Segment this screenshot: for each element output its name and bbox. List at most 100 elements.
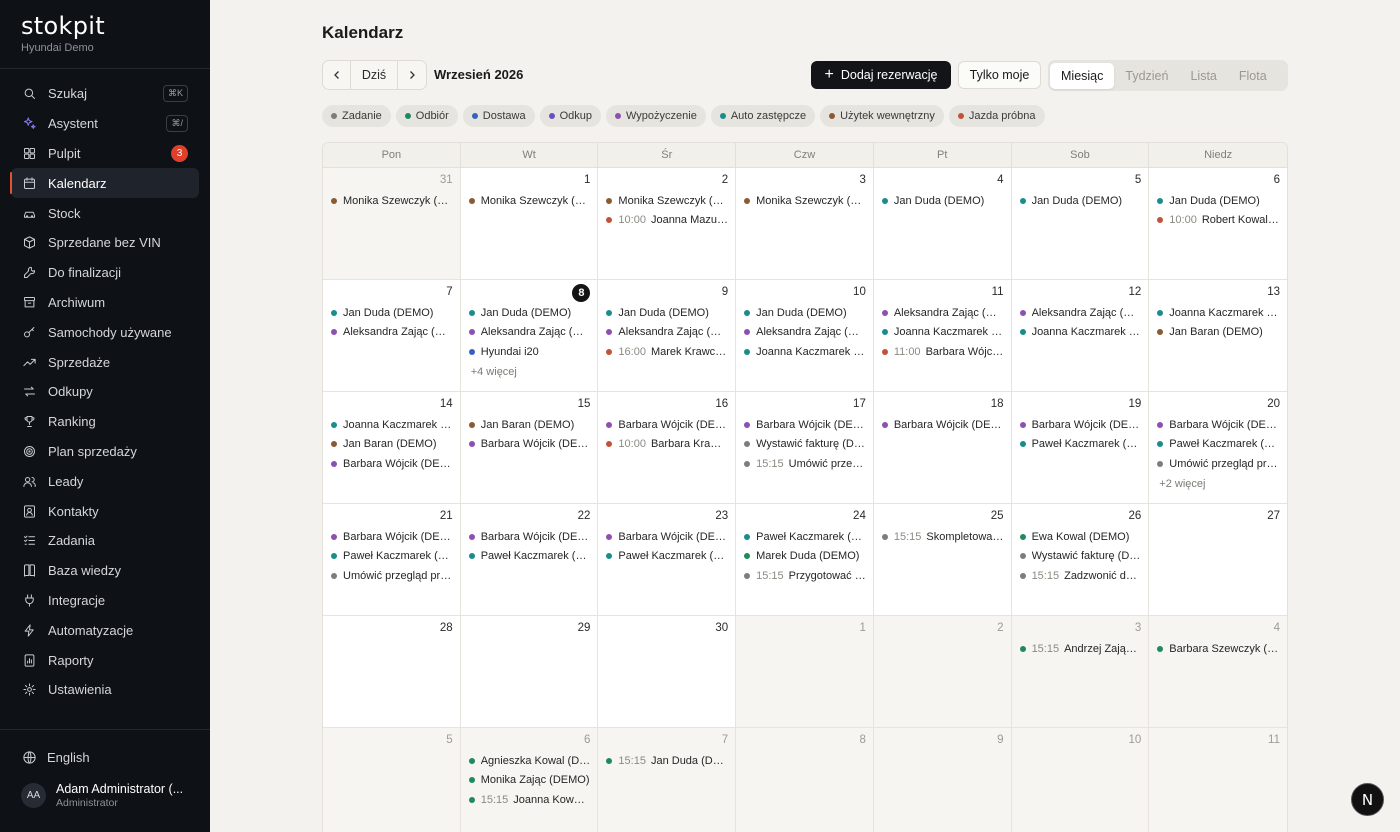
legend-chip-odkup[interactable]: Odkup — [539, 105, 602, 127]
calendar-event[interactable]: Joanna Kaczmarek (DEMO) — [1157, 303, 1280, 323]
calendar-event[interactable]: Umówić przegląd przeglądu — [331, 566, 453, 586]
calendar-event[interactable]: Barbara Szewczyk (DEMO) — [1157, 639, 1280, 659]
calendar-event[interactable]: Paweł Kaczmarek (DEMO) — [331, 547, 453, 567]
calendar-event[interactable]: Monika Szewczyk (DEMO) — [468, 191, 590, 211]
calendar-event[interactable]: Umówić przegląd przeglądu — [1157, 454, 1280, 474]
day-cell[interactable]: 23 Barbara Wójcik (DEMO) Paweł Kaczmarek (… — [598, 504, 737, 616]
calendar-event[interactable]: Marek Duda (DEMO) — [744, 547, 866, 567]
sidebar-item-pulpit[interactable]: Pulpit 3 — [11, 139, 199, 169]
calendar-event[interactable]: Jan Duda (DEMO) — [1019, 191, 1142, 211]
sidebar-item-samochody-uzywane[interactable]: Samochody używane — [11, 317, 199, 347]
sidebar-item-automatyzacje[interactable]: Automatyzacje — [11, 615, 199, 645]
sidebar-item-integracje[interactable]: Integracje — [11, 586, 199, 616]
day-cell[interactable]: 2 — [873, 616, 1012, 728]
calendar-event[interactable]: Aleksandra Zając (DEMO) — [468, 323, 590, 343]
calendar-event[interactable]: 11:00 Barbara Wójcik (DEMO) — [881, 342, 1004, 362]
day-cell[interactable]: 15 Jan Baran (DEMO) Barbara Wójcik (DEMO) — [460, 392, 599, 504]
day-cell[interactable]: 1 Monika Szewczyk (DEMO) — [460, 168, 599, 280]
view-tab-miesiac[interactable]: Miesiąc — [1050, 62, 1115, 89]
calendar-event[interactable]: Jan Duda (DEMO) — [881, 191, 1004, 211]
sidebar-item-asystent[interactable]: Asystent ⌘/ — [11, 109, 199, 139]
day-cell[interactable]: 19 Barbara Wójcik (DEMO) Paweł Kaczmarek (… — [1011, 392, 1150, 504]
day-cell[interactable]: 7 15:15 Jan Duda (DEMO) — [598, 728, 737, 832]
day-cell[interactable]: 10 — [1011, 728, 1150, 832]
day-cell[interactable]: 3 Monika Szewczyk (DEMO) — [736, 168, 874, 280]
day-cell[interactable]: 31 Monika Szewczyk (DEMO) — [323, 168, 461, 280]
day-cell[interactable]: 9 Jan Duda (DEMO) Aleksandra Zając (DEMO) 1… — [598, 280, 737, 392]
legend-chip-dostawa[interactable]: Dostawa — [462, 105, 535, 127]
day-cell[interactable]: 14 Joanna Kaczmarek (DEMO) Jan Baran (DEMO… — [323, 392, 461, 504]
today-button[interactable]: Dziś — [351, 61, 398, 89]
sidebar-item-plan-sprzedazy[interactable]: Plan sprzedaży — [11, 437, 199, 467]
day-cell[interactable]: 24 Paweł Kaczmarek (DEMO) Marek Duda (DEMO… — [736, 504, 874, 616]
calendar-event[interactable]: Jan Duda (DEMO) — [1157, 191, 1280, 211]
calendar-event[interactable]: Monika Szewczyk (DEMO) — [744, 191, 866, 211]
day-cell[interactable]: 3 15:15 Andrzej Zając (DEMO) — [1011, 616, 1150, 728]
calendar-event[interactable]: 15:15 Jan Duda (DEMO) — [606, 751, 728, 771]
sidebar-item-sprzedaze[interactable]: Sprzedaże — [11, 347, 199, 377]
calendar-event[interactable]: 10:00 Joanna Mazur (DEMO) — [606, 211, 728, 231]
sidebar-item-sprzedane-bez-vin[interactable]: Sprzedane bez VIN — [11, 228, 199, 258]
day-cell[interactable]: 9 — [873, 728, 1012, 832]
sidebar-item-raporty[interactable]: Raporty — [11, 645, 199, 675]
day-cell[interactable]: 29 — [460, 616, 599, 728]
day-cell[interactable]: 22 Barbara Wójcik (DEMO) Paweł Kaczmarek (… — [460, 504, 599, 616]
sidebar-item-baza-wiedzy[interactable]: Baza wiedzy — [11, 556, 199, 586]
more-events-link[interactable]: +2 więcej — [1157, 474, 1280, 493]
add-reservation-button[interactable]: + Dodaj rezerwację — [811, 61, 951, 89]
calendar-event[interactable]: Paweł Kaczmarek (DEMO) — [1157, 435, 1280, 455]
calendar-event[interactable]: 15:15 Zadzwonić do klienta — [1019, 566, 1141, 586]
calendar-event[interactable]: Barbara Wójcik (DEMO) — [1019, 415, 1141, 435]
legend-chip-wypozyczenie[interactable]: Wypożyczenie — [606, 105, 706, 127]
calendar-event[interactable]: Barbara Wójcik (DEMO) — [606, 527, 728, 547]
calendar-event[interactable]: Jan Duda (DEMO) — [606, 303, 728, 323]
calendar-event[interactable]: Jan Duda (DEMO) — [744, 303, 866, 323]
sidebar-item-zadania[interactable]: Zadania — [11, 526, 199, 556]
calendar-event[interactable]: 15:15 Andrzej Zając (DEMO) — [1019, 639, 1141, 659]
day-cell[interactable]: 5 Jan Duda (DEMO) — [1011, 168, 1150, 280]
day-cell[interactable]: 6 Agnieszka Kowal (DEMO) Monika Zając (DEM… — [460, 728, 599, 832]
sidebar-item-ustawienia[interactable]: Ustawienia — [11, 675, 199, 705]
calendar-event[interactable]: Joanna Kaczmarek (DEMO) — [881, 323, 1004, 343]
day-cell[interactable]: 18 Barbara Wójcik (DEMO) — [873, 392, 1012, 504]
legend-chip-zadanie[interactable]: Zadanie — [322, 105, 391, 127]
day-cell[interactable]: 12 Aleksandra Zając (DEMO) Joanna Kaczmare… — [1011, 280, 1150, 392]
legend-chip-probna[interactable]: Jazda próbna — [948, 105, 1045, 127]
view-tab-tydzien[interactable]: Tydzień — [1114, 63, 1179, 89]
calendar-event[interactable]: Aleksandra Zając (DEMO) — [606, 323, 728, 343]
calendar-event[interactable]: Barbara Wójcik (DEMO) — [606, 415, 728, 435]
day-cell[interactable]: 2 Monika Szewczyk (DEMO) 10:00 Joanna Mazur… — [598, 168, 737, 280]
sidebar-item-leady[interactable]: Leady — [11, 466, 199, 496]
day-cell[interactable]: 7 Jan Duda (DEMO) Aleksandra Zając (DEMO) — [323, 280, 461, 392]
prev-month-button[interactable] — [323, 61, 351, 89]
calendar-event[interactable]: Barbara Wójcik (DEMO) — [331, 527, 453, 547]
calendar-event[interactable]: 16:00 Marek Krawczyk (DEMO) — [606, 342, 728, 362]
brand-logo[interactable]: stokpit — [21, 12, 189, 40]
user-menu[interactable]: AA Adam Administrator (... Administrator — [0, 774, 210, 809]
sidebar-item-archiwum[interactable]: Archiwum — [11, 288, 199, 318]
day-cell[interactable]: 27 — [1149, 504, 1287, 616]
calendar-event[interactable]: Aleksandra Zając (DEMO) — [331, 323, 453, 343]
next-month-button[interactable] — [398, 61, 426, 89]
legend-chip-zastepcze[interactable]: Auto zastępcze — [710, 105, 816, 127]
calendar-event[interactable]: Paweł Kaczmarek (DEMO) — [744, 527, 866, 547]
calendar-event[interactable]: Aleksandra Zając (DEMO) — [1019, 303, 1141, 323]
sidebar-item-kontakty[interactable]: Kontakty — [11, 496, 199, 526]
day-cell[interactable]: 10 Jan Duda (DEMO) Aleksandra Zając (DEMO)… — [736, 280, 874, 392]
day-cell[interactable]: 21 Barbara Wójcik (DEMO) Paweł Kaczmarek (… — [323, 504, 461, 616]
calendar-event[interactable]: Barbara Wójcik (DEMO) — [468, 435, 590, 455]
calendar-event[interactable]: 15:15 Joanna Kowalska — [468, 790, 590, 810]
calendar-event[interactable]: Aleksandra Zając (DEMO) — [744, 323, 866, 343]
sidebar-item-odkupy[interactable]: Odkupy — [11, 377, 199, 407]
day-cell[interactable]: 17 Barbara Wójcik (DEMO) Wystawić fakturę … — [736, 392, 874, 504]
calendar-event[interactable]: Barbara Wójcik (DEMO) — [331, 454, 453, 474]
calendar-event[interactable]: Jan Duda (DEMO) — [468, 303, 591, 323]
dev-tools-button[interactable]: N — [1351, 783, 1384, 816]
day-cell[interactable]: 6 Jan Duda (DEMO) 10:00 Robert Kowalski (DE… — [1149, 168, 1287, 280]
calendar-event[interactable]: Hyundai i20 — [468, 342, 591, 362]
calendar-event[interactable]: Wystawić fakturę (DEMO) — [744, 435, 866, 455]
language-switcher[interactable]: English — [0, 740, 210, 774]
calendar-event[interactable]: Joanna Kaczmarek (DEMO) — [744, 342, 866, 362]
legend-chip-wewnetrzny[interactable]: Użytek wewnętrzny — [820, 105, 944, 127]
calendar-event[interactable]: Jan Duda (DEMO) — [331, 303, 453, 323]
